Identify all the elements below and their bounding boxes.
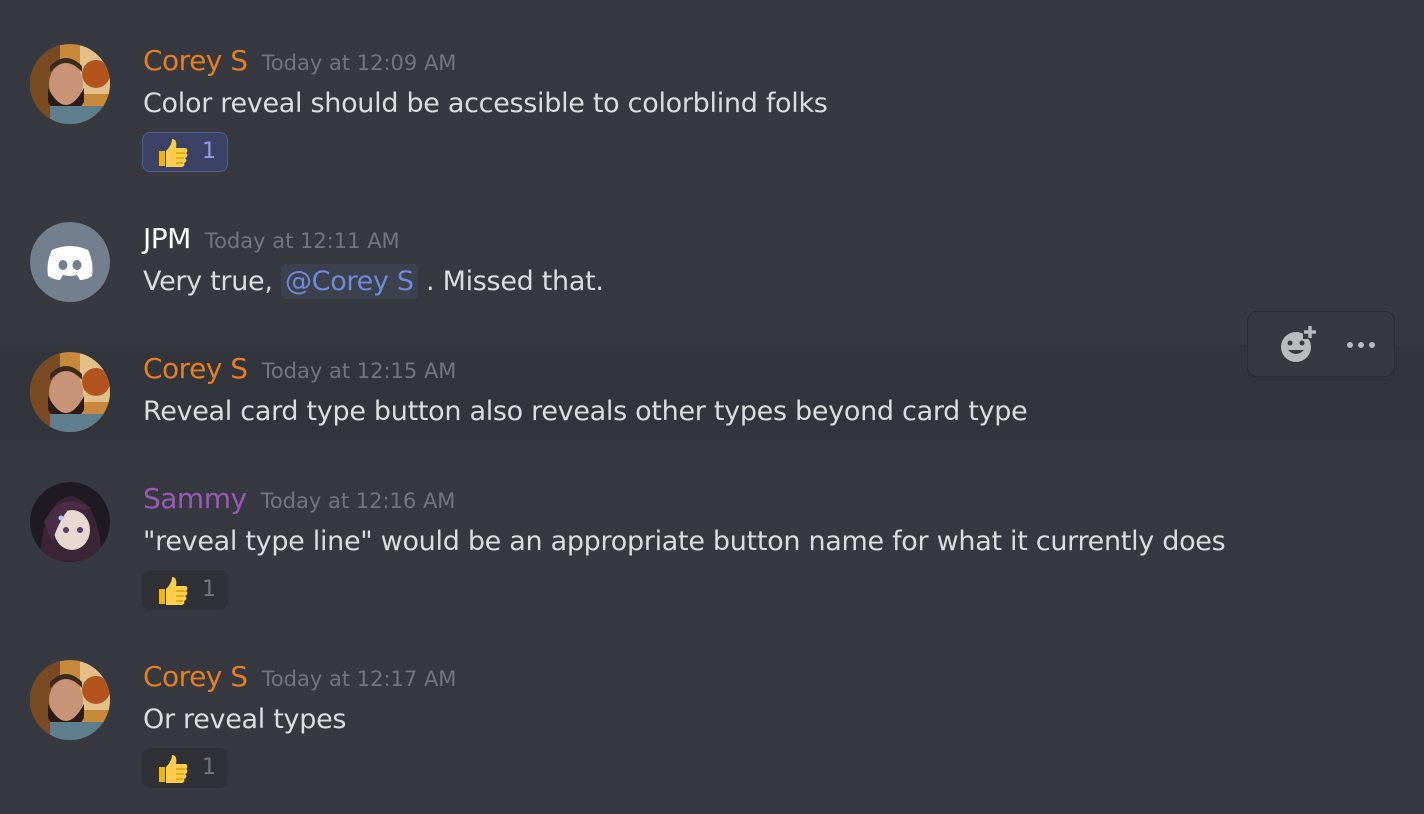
more-options-button[interactable] [1338,322,1384,368]
add-reaction-button[interactable] [1276,322,1322,368]
message-content: "reveal type line" would be an appropria… [143,526,1226,557]
message-text: Very true, [143,266,281,297]
message-content: Very true, @Corey S . Missed that. [143,264,604,299]
timestamp: Today at 12:11 AM [204,229,400,253]
message-toolbar [1247,311,1395,377]
author-name[interactable]: JPM [143,222,191,255]
message-content: Color reveal should be accessible to col… [143,88,828,119]
author-name[interactable]: Corey S [143,660,248,693]
message: Corey S Today at 12:15 AM Reveal card typ… [0,345,1424,440]
discord-logo-icon [47,246,93,280]
timestamp: Today at 12:09 AM [261,51,457,75]
author-name[interactable]: Corey S [143,44,248,77]
message-header: Corey S Today at 12:17 AM [143,660,456,693]
reaction-button[interactable]: 1 [142,748,228,788]
avatar[interactable] [30,660,110,740]
reaction-button[interactable]: 1 [142,132,228,172]
add-reaction-icon [1281,325,1317,362]
user-mention[interactable]: @Corey S [280,264,418,299]
message: JPM Today at 12:11 AM Very true, @Corey S… [0,210,1424,330]
message-text: . Missed that. [417,266,604,297]
timestamp: Today at 12:16 AM [260,489,456,513]
message-content: Or reveal types [143,704,347,735]
message-header: Sammy Today at 12:16 AM [143,482,455,515]
message: Corey S Today at 12:09 AM Color reveal sh… [0,30,1424,180]
message: Corey S Today at 12:17 AM Or reveal types… [0,648,1424,798]
avatar[interactable] [30,44,110,124]
author-name[interactable]: Sammy [143,482,247,515]
reaction-count: 1 [202,755,216,780]
timestamp: Today at 12:15 AM [261,359,457,383]
message: Sammy Today at 12:16 AM "reveal type line… [0,470,1424,620]
author-name[interactable]: Corey S [143,352,248,385]
avatar[interactable] [30,352,110,432]
message-content: Reveal card type button also reveals oth… [143,396,1028,427]
reaction-button[interactable]: 1 [142,570,228,610]
thumbs-up-icon [155,754,189,784]
reaction-count: 1 [202,139,216,164]
message-header: Corey S Today at 12:09 AM [143,44,456,77]
thumbs-up-icon [155,576,189,606]
message-header: Corey S Today at 12:15 AM [143,352,456,385]
message-header: JPM Today at 12:11 AM [143,222,400,255]
more-options-icon [1347,342,1375,348]
timestamp: Today at 12:17 AM [261,667,457,691]
reaction-count: 1 [202,577,216,602]
avatar[interactable] [30,222,110,302]
thumbs-up-icon [155,138,189,168]
avatar[interactable] [30,482,110,562]
